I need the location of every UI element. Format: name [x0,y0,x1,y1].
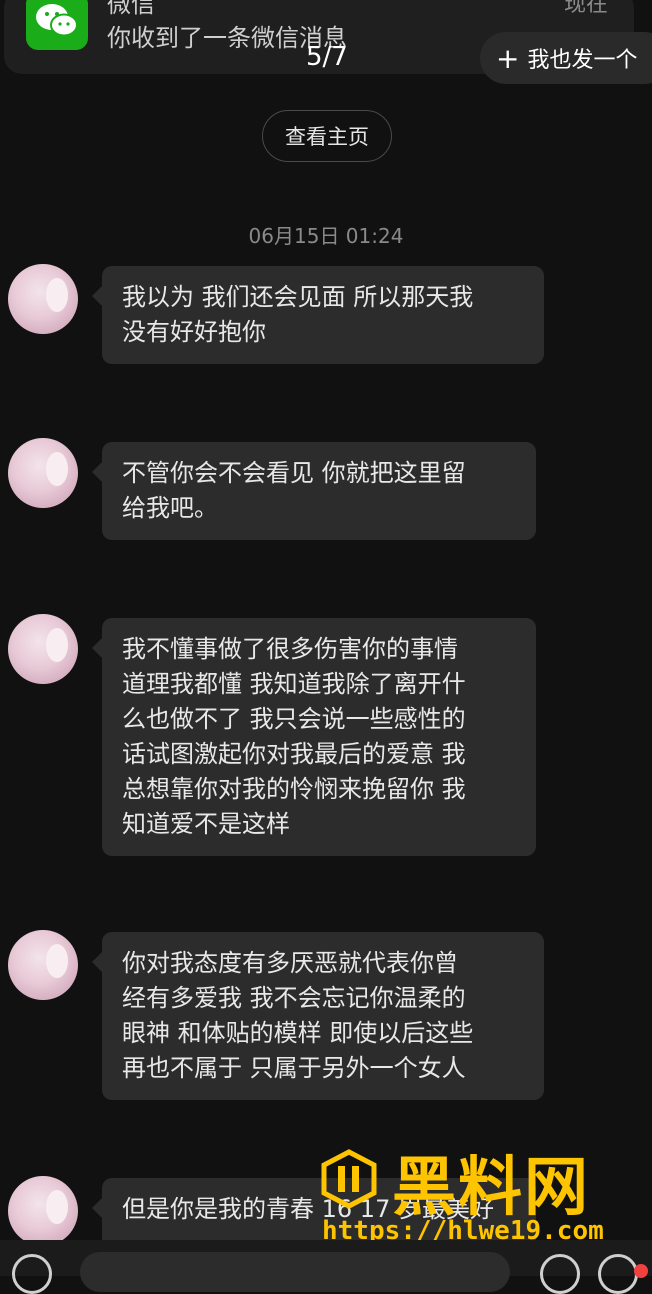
message-bubble: 你对我态度有多厌恶就代表你曾 经有多爱我 我不会忘记你温柔的 眼神 和体贴的模样… [92,932,544,1100]
avatar[interactable] [8,1176,78,1246]
post-one-button[interactable]: + 我也发一个 [480,32,652,84]
message-bubble: 我以为 我们还会见面 所以那天我 没有好好抱你 [92,266,544,364]
image-counter: 5/7 [306,42,348,72]
message-bubble: 不管你会不会看见 你就把这里留 给我吧。 [92,442,536,540]
watermark-title: 黑料网 [392,1151,590,1225]
message-input[interactable] [80,1252,510,1292]
watermark-logo-icon [318,1148,380,1210]
wechat-icon [26,0,88,50]
avatar[interactable] [8,614,78,684]
notification-time: 现在 [563,0,608,17]
avatar[interactable] [8,264,78,334]
input-bar [0,1240,652,1294]
notification-app-name: 微信 [107,0,155,18]
add-icon[interactable] [598,1254,638,1294]
avatar[interactable] [8,930,78,1000]
emoji-icon[interactable] [540,1254,580,1294]
voice-icon[interactable] [12,1254,52,1294]
post-one-label: 我也发一个 [527,48,638,73]
avatar[interactable] [8,438,78,508]
plus-icon: + [496,41,520,75]
chat-timestamp: 06月15日 01:24 [248,224,404,248]
message-bubble: 我不懂事做了很多伤害你的事情 道理我都懂 我知道我除了离开什 么也做不了 我只会… [92,618,536,856]
view-home-button[interactable]: 查看主页 [262,110,392,162]
